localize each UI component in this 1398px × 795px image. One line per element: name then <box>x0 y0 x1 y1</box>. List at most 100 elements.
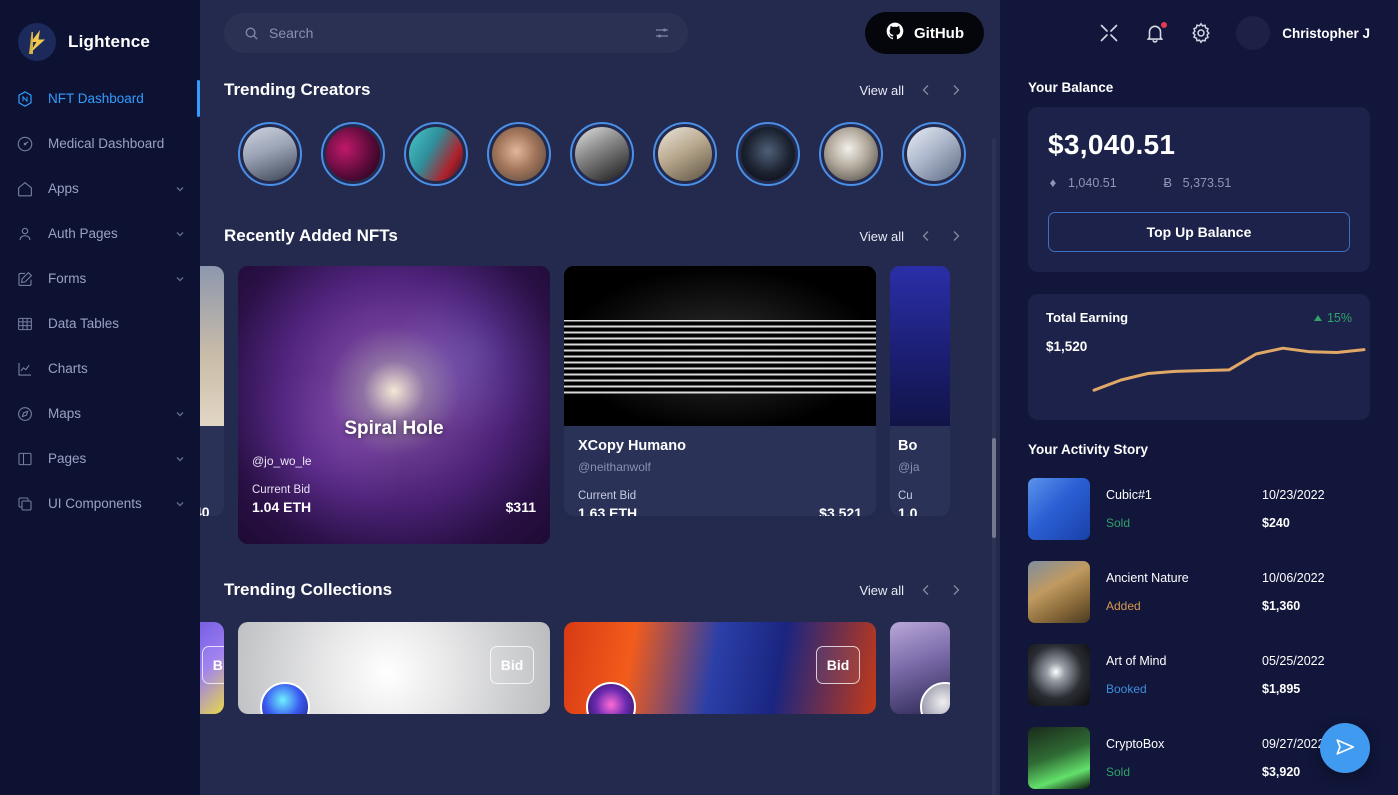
creator-avatar[interactable] <box>819 122 883 186</box>
sidebar-item-charts[interactable]: Charts <box>0 346 200 391</box>
send-fab-button[interactable] <box>1320 723 1370 773</box>
sidebar-item-apps[interactable]: Apps <box>0 166 200 211</box>
activity-row[interactable]: Ancient Nature Added 10/06/2022 $1,360 <box>1028 550 1370 633</box>
github-button[interactable]: GitHub <box>865 12 984 54</box>
chevron-down-icon <box>174 453 186 465</box>
table-grid-icon <box>16 315 34 333</box>
chevron-left-icon[interactable] <box>918 228 934 244</box>
creator-avatar[interactable] <box>487 122 551 186</box>
activity-meta: 10/06/2022 $1,360 <box>1262 571 1370 613</box>
collection-card-1[interactable]: Bid <box>238 622 550 714</box>
creator-avatar[interactable] <box>321 122 385 186</box>
coin-bitcoin: Ƀ 5,373.51 <box>1163 175 1231 190</box>
layout-icon <box>16 450 34 468</box>
activity-row[interactable]: CryptoBox Sold 09/27/2022 $3,920 <box>1028 716 1370 795</box>
bid-button[interactable]: Bid <box>816 646 860 684</box>
top-up-balance-button[interactable]: Top Up Balance <box>1048 212 1350 252</box>
compass-icon <box>16 405 34 423</box>
nft-bid-usd: $311 <box>505 499 536 515</box>
sidebar-item-label: Forms <box>48 271 87 286</box>
activity-status: Sold <box>1106 764 1131 779</box>
nft-carousel[interactable]: 40 Spiral Hole @jo_wo_le Current Bid 1.0… <box>200 260 1000 544</box>
profile-menu[interactable]: Christopher J <box>1236 16 1370 50</box>
filter-sliders-icon[interactable] <box>654 25 670 41</box>
creator-avatar[interactable] <box>653 122 717 186</box>
sidebar-item-label: Maps <box>48 406 82 421</box>
gear-icon[interactable] <box>1190 22 1212 44</box>
view-all-nfts[interactable]: View all <box>859 229 904 244</box>
activity-price: $240 <box>1262 515 1290 530</box>
trend-up-icon <box>1313 314 1322 321</box>
send-icon <box>1334 736 1356 761</box>
sidebar-item-label: Pages <box>48 451 87 466</box>
brand[interactable]: Lightence <box>0 0 200 66</box>
bid-button[interactable]: Bid <box>490 646 534 684</box>
collection-card-partial-right[interactable] <box>890 622 950 714</box>
nft-overlay: @jo_wo_le Current Bid 1.04 ETH $311 <box>238 266 550 544</box>
search-icon <box>244 26 259 41</box>
activity-thumbnail <box>1028 560 1090 623</box>
sidebar-item-medical-dashboard[interactable]: Medical Dashboard <box>0 121 200 166</box>
nft-bid-row: 1.63 ETH $3,521 <box>578 505 862 516</box>
creators-carousel[interactable] <box>224 114 1000 200</box>
main-content: GitHub Trending Creators View all <box>200 0 1000 795</box>
nft-bid-row: 1.0 <box>898 505 942 516</box>
creator-avatar[interactable] <box>736 122 800 186</box>
creator-avatar[interactable] <box>238 122 302 186</box>
sidebar-item-data-tables[interactable]: Data Tables <box>0 301 200 346</box>
section-header-creators: Trending Creators View all <box>224 66 1000 114</box>
balance-card: $3,040.51 ♦ 1,040.51 Ƀ 5,373.51 Top Up B… <box>1028 107 1370 272</box>
creator-avatar[interactable] <box>902 122 966 186</box>
sidebar-item-ui-components[interactable]: UI Components <box>0 481 200 526</box>
collection-avatar <box>920 682 950 714</box>
nft-body: Bo @ja Cu 1.0 <box>890 426 950 516</box>
creator-avatar[interactable] <box>404 122 468 186</box>
main-scrollbar[interactable] <box>992 138 996 795</box>
section-actions: View all <box>859 582 964 598</box>
chevron-right-icon[interactable] <box>948 228 964 244</box>
avatar <box>1236 16 1271 50</box>
chevron-down-icon <box>174 228 186 240</box>
sidebar-item-pages[interactable]: Pages <box>0 436 200 481</box>
chevron-left-icon[interactable] <box>918 582 934 598</box>
activity-row[interactable]: Art of Mind Booked 05/25/2022 $1,895 <box>1028 633 1370 716</box>
collection-card-partial-left[interactable]: Bid <box>200 622 224 714</box>
bell-icon[interactable] <box>1144 22 1168 44</box>
sidebar-item-maps[interactable]: Maps <box>0 391 200 436</box>
sidebar-item-nft-dashboard[interactable]: NFT Dashboard <box>0 76 200 121</box>
bid-button[interactable]: Bid <box>202 646 224 684</box>
coin-value: 1,040.51 <box>1068 175 1117 190</box>
scrollbar-thumb[interactable] <box>992 438 996 538</box>
section-actions: View all <box>859 228 964 244</box>
nft-card-spiral-hole[interactable]: Spiral Hole @jo_wo_le Current Bid 1.04 E… <box>238 266 550 544</box>
collapse-arrows-icon[interactable] <box>1098 22 1120 44</box>
nft-card-xcopy-humano[interactable]: XCopy Humano @neithanwolf Current Bid 1.… <box>564 266 876 516</box>
chevron-right-icon[interactable] <box>948 82 964 98</box>
activity-row[interactable]: Cubic#1 Sold 10/23/2022 $240 <box>1028 467 1370 550</box>
sidebar-item-auth-pages[interactable]: Auth Pages <box>0 211 200 256</box>
nft-partial-price: 40 <box>200 504 210 516</box>
right-panel-header: Christopher J <box>1028 0 1370 66</box>
scrollable-content: Trending Creators View all Recently Adde… <box>200 66 1000 795</box>
view-all-collections[interactable]: View all <box>859 583 904 598</box>
earning-trend: 15% <box>1313 311 1352 325</box>
search-bar[interactable] <box>224 13 688 53</box>
chevron-down-icon <box>174 183 186 195</box>
sidebar-item-forms[interactable]: Forms <box>0 256 200 301</box>
search-input[interactable] <box>269 25 644 41</box>
chevron-right-icon[interactable] <box>948 582 964 598</box>
chevron-left-icon[interactable] <box>918 82 934 98</box>
sidebar-item-label: UI Components <box>48 496 142 511</box>
notification-badge <box>1161 22 1168 28</box>
nft-card-partial-left[interactable]: 40 <box>200 266 224 516</box>
nft-bid-label: Current Bid <box>252 484 311 496</box>
creator-avatar[interactable] <box>570 122 634 186</box>
view-all-creators[interactable]: View all <box>859 83 904 98</box>
chevron-down-icon <box>174 498 186 510</box>
activity-section-title: Your Activity Story <box>1028 442 1149 457</box>
collections-carousel[interactable]: Bid Bid Bid <box>200 622 1000 714</box>
nft-card-partial-right[interactable]: Bo @ja Cu 1.0 <box>890 266 950 516</box>
brand-name: Lightence <box>68 32 151 51</box>
collection-card-2[interactable]: Bid <box>564 622 876 714</box>
nft-body: XCopy Humano @neithanwolf Current Bid 1.… <box>564 426 876 516</box>
